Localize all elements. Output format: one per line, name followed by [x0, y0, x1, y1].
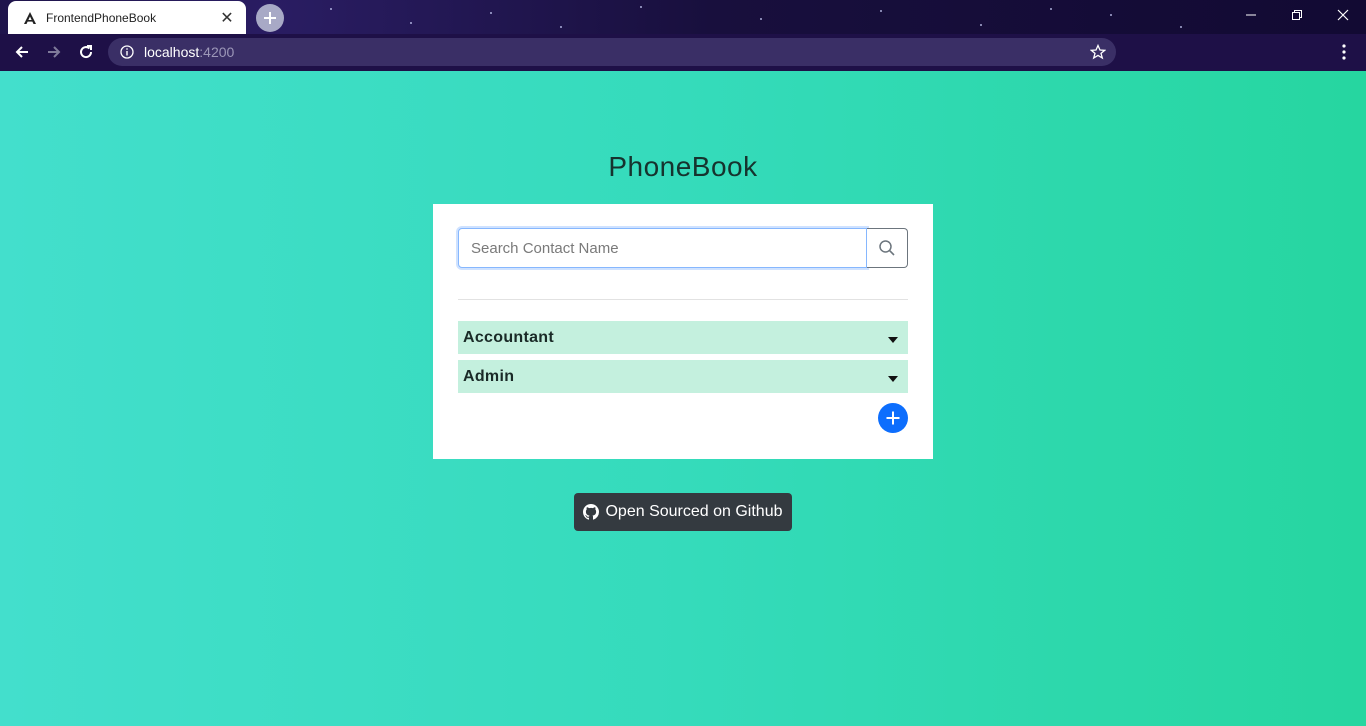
browser-tab-strip: FrontendPhoneBook ✕ [0, 0, 1366, 34]
group-label: Accountant [463, 328, 554, 346]
browser-tab[interactable]: FrontendPhoneBook ✕ [8, 1, 246, 34]
caret-down-icon [888, 375, 898, 382]
page-title: PhoneBook [608, 151, 758, 182]
address-bar[interactable]: localhost:4200 [108, 38, 1116, 66]
info-icon[interactable] [120, 45, 134, 59]
reload-icon [80, 45, 93, 59]
forward-button[interactable] [40, 38, 68, 66]
kebab-menu-icon [1342, 44, 1346, 60]
group-accordion-admin[interactable]: Admin [458, 360, 908, 393]
reload-button[interactable] [72, 38, 100, 66]
search-group [458, 228, 908, 268]
github-label: Open Sourced on Github [605, 503, 783, 520]
close-window-button[interactable] [1320, 0, 1366, 30]
github-link-button[interactable]: Open Sourced on Github [574, 493, 792, 531]
arrow-left-icon [15, 46, 28, 58]
tab-title: FrontendPhoneBook [46, 10, 157, 25]
search-icon [879, 240, 895, 256]
phonebook-card: Accountant Admin [433, 204, 933, 459]
search-button[interactable] [867, 228, 908, 268]
group-accordion-accountant[interactable]: Accountant [458, 321, 908, 354]
angular-icon [22, 10, 38, 26]
tab-close-icon[interactable]: ✕ [218, 9, 236, 27]
page-viewport: PhoneBook Accountant Admin [0, 71, 1366, 726]
github-icon [583, 504, 600, 520]
browser-toolbar: localhost:4200 ● ⚛ D ≡ [0, 34, 1366, 97]
search-input[interactable] [458, 228, 868, 268]
arrow-right-icon [48, 46, 61, 58]
plus-icon [264, 12, 276, 24]
new-tab-button[interactable] [256, 4, 284, 32]
menu-button[interactable] [1330, 38, 1358, 66]
back-button[interactable] [8, 38, 36, 66]
minimize-button[interactable] [1228, 0, 1274, 30]
group-label: Admin [463, 367, 515, 385]
url-host: localhost [144, 44, 200, 60]
add-contact-button[interactable] [878, 403, 908, 433]
bookmark-star-icon[interactable] [1090, 44, 1106, 60]
address-text: localhost:4200 [144, 44, 234, 60]
divider [458, 299, 908, 300]
url-port: :4200 [199, 44, 235, 60]
plus-circle-icon [886, 411, 900, 425]
caret-down-icon [888, 336, 898, 343]
restore-button[interactable] [1274, 0, 1320, 30]
